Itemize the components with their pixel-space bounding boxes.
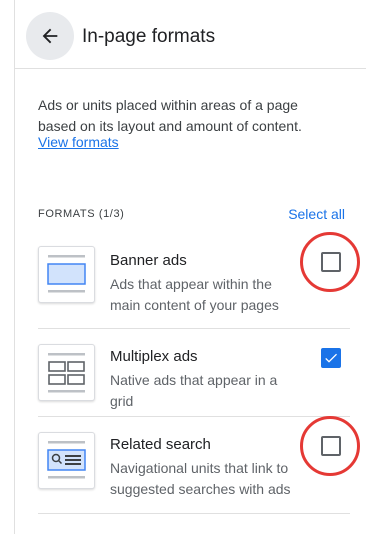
multiplex-ads-thumbnail-icon (38, 344, 95, 401)
format-title: Banner ads (110, 252, 187, 269)
related-search-thumbnail-icon (38, 432, 95, 489)
arrow-back-icon (42, 28, 58, 44)
select-all-button[interactable]: Select all (288, 206, 345, 222)
format-title: Multiplex ads (110, 348, 198, 365)
panel-header: In-page formats (15, 0, 366, 69)
multiplex-ads-checkbox[interactable] (321, 348, 341, 368)
format-description: Native ads that appear in a grid (110, 372, 278, 409)
format-row-multiplex-ads: Multiplex ads Native ads that appear in … (38, 328, 350, 417)
banner-ads-thumbnail-icon (38, 246, 95, 303)
panel-description: Ads or units placed within areas of a pa… (38, 97, 302, 134)
format-title: Related search (110, 436, 211, 453)
page-title: In-page formats (82, 26, 216, 47)
checkmark-icon (325, 353, 337, 363)
panel-left-border (14, 0, 15, 534)
view-formats-link[interactable]: View formats (38, 134, 119, 150)
highlight-circle (300, 416, 360, 476)
format-description: Navigational units that link to suggeste… (110, 460, 291, 497)
format-description: Ads that appear within the main content … (110, 276, 279, 313)
back-button[interactable] (26, 12, 74, 60)
formats-count-label: FORMATS (1/3) (38, 208, 125, 220)
highlight-circle (300, 232, 360, 292)
